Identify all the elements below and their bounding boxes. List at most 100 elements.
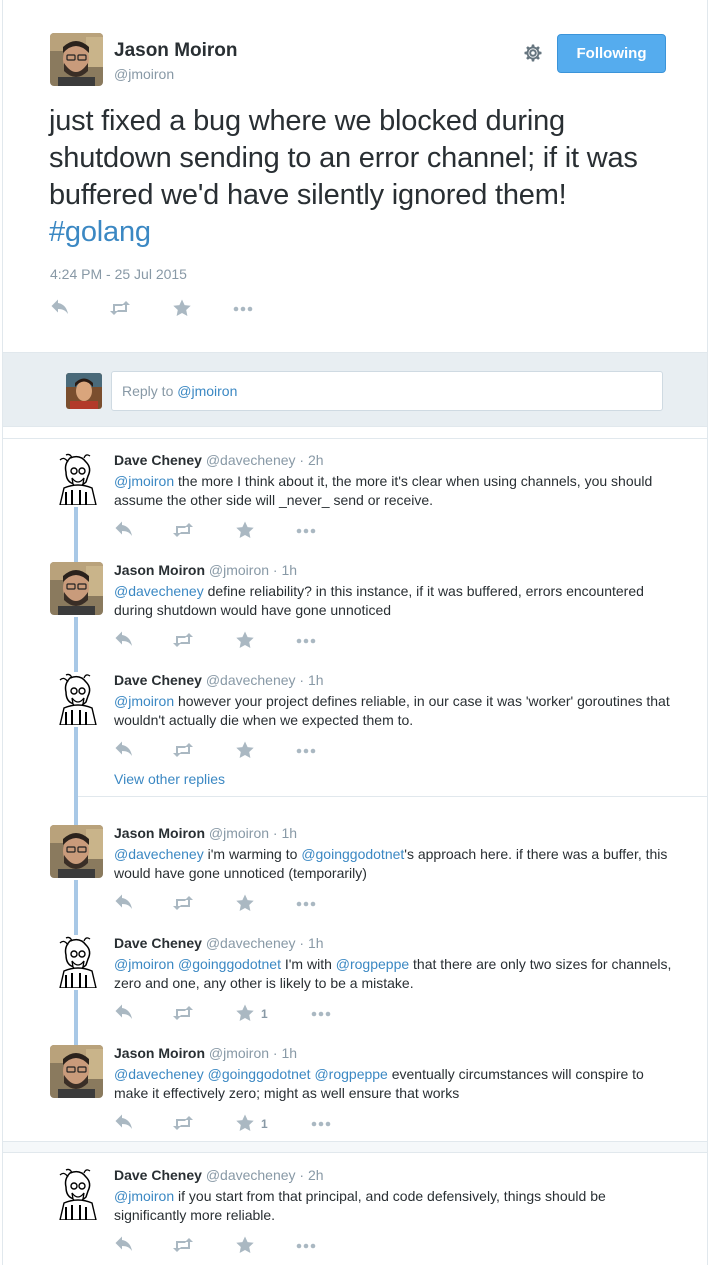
author-handle[interactable]: @jmoiron [209, 825, 269, 841]
thread-connector [74, 990, 78, 1046]
favorite-icon[interactable] [235, 1113, 257, 1133]
author-name[interactable]: Dave Cheney [114, 1167, 202, 1183]
mention-link[interactable]: @goinggodotnet [301, 846, 404, 862]
mention-link[interactable]: @jmoiron [114, 693, 174, 709]
reply-icon[interactable] [114, 1113, 136, 1133]
tweet-time[interactable]: 1h [308, 672, 324, 688]
reply-icon[interactable] [50, 298, 72, 318]
more-icon[interactable] [295, 1235, 317, 1255]
tweet-header: Dave Cheney @davecheney · 1h [114, 672, 324, 688]
retweet-icon[interactable] [171, 740, 193, 760]
dave-cheney-avatar[interactable] [50, 672, 103, 725]
reply-icon[interactable] [114, 740, 136, 760]
author-handle[interactable]: @davecheney [206, 452, 296, 468]
more-icon[interactable] [310, 1003, 332, 1023]
tweet-time[interactable]: 1h [281, 562, 297, 578]
more-icon[interactable] [295, 630, 317, 650]
thread-connector [74, 880, 78, 936]
author-handle[interactable]: @jmoiron [114, 66, 174, 82]
tweet-text-body: however your project defines reliable, i… [114, 693, 670, 728]
retweet-icon[interactable] [171, 1003, 193, 1023]
author-name[interactable]: Jason Moiron [114, 562, 205, 578]
tweet-header: Jason Moiron @jmoiron · 1h [114, 562, 297, 578]
tweet-text: @jmoiron however your project defines re… [114, 692, 674, 730]
favorite-icon[interactable] [235, 630, 257, 650]
mention-link[interactable]: @jmoiron [114, 473, 174, 489]
favorite-count: 1 [261, 1007, 268, 1021]
time-separator: · [295, 1167, 308, 1183]
mention-link[interactable]: @jmoiron @goinggodotnet [114, 956, 281, 972]
reply-icon[interactable] [114, 1003, 136, 1023]
gear-icon[interactable] [521, 41, 545, 65]
retweet-icon[interactable] [171, 1113, 193, 1133]
time-separator: · [269, 825, 282, 841]
tweet-text-body: just fixed a bug where we blocked during… [49, 105, 638, 211]
favorite-icon[interactable] [172, 298, 194, 318]
mention-link[interactable]: @davecheney @goinggodotnet @rogpeppe [114, 1066, 388, 1082]
tweet-time[interactable]: 1h [281, 825, 297, 841]
reply-icon[interactable] [114, 630, 136, 650]
more-icon[interactable] [295, 740, 317, 760]
tweet-time[interactable]: 1h [308, 935, 324, 951]
jason-moiron-avatar[interactable] [50, 825, 103, 878]
favorite-icon[interactable] [235, 740, 257, 760]
author-name[interactable]: Dave Cheney [114, 935, 202, 951]
time-separator: · [295, 452, 308, 468]
favorite-icon[interactable] [235, 893, 257, 913]
tweet-text-body: the more I think about it, the more it's… [114, 473, 653, 508]
mention-link[interactable]: @davecheney [114, 846, 204, 862]
tweet-text: @davecheney i'm warming to @goinggodotne… [114, 845, 674, 883]
tweet-text-body: i'm warming to [203, 846, 302, 862]
tweet-timestamp[interactable]: 4:24 PM - 25 Jul 2015 [50, 266, 187, 282]
tweet-header: Dave Cheney @davecheney · 1h [114, 935, 324, 951]
author-handle[interactable]: @davecheney [206, 1167, 296, 1183]
author-name[interactable]: Dave Cheney [114, 672, 202, 688]
favorite-icon[interactable] [235, 1235, 257, 1255]
reply-prefix: Reply to [122, 383, 178, 399]
tweet-header: Jason Moiron @jmoiron · 1h [114, 825, 297, 841]
reply-icon[interactable] [114, 1235, 136, 1255]
retweet-icon[interactable] [108, 298, 130, 318]
time-separator: · [295, 672, 308, 688]
favorite-icon[interactable] [235, 1003, 257, 1023]
more-icon[interactable] [310, 1113, 332, 1133]
jason-moiron-avatar[interactable] [50, 562, 103, 615]
reply-icon[interactable] [114, 520, 136, 540]
dave-cheney-avatar[interactable] [50, 452, 103, 505]
author-name[interactable]: Jason Moiron [114, 825, 205, 841]
mention-link[interactable]: @jmoiron [114, 1188, 174, 1204]
retweet-icon[interactable] [171, 893, 193, 913]
following-button[interactable]: Following [557, 34, 666, 73]
author-name[interactable]: Dave Cheney [114, 452, 202, 468]
author-name[interactable]: Jason Moiron [114, 1045, 205, 1061]
more-icon[interactable] [232, 298, 254, 318]
mention-link[interactable]: @davecheney [114, 583, 204, 599]
tweet-text-body: I'm with [280, 956, 336, 972]
dave-cheney-avatar[interactable] [50, 935, 103, 988]
more-icon[interactable] [295, 893, 317, 913]
retweet-icon[interactable] [171, 630, 193, 650]
author-handle[interactable]: @davecheney [206, 935, 296, 951]
dave-cheney-avatar[interactable] [50, 1167, 103, 1220]
hashtag-link[interactable]: #golang [49, 216, 151, 248]
tweet-time[interactable]: 2h [308, 1167, 324, 1183]
jason-moiron-avatar[interactable] [50, 1045, 103, 1098]
tweet-time[interactable]: 2h [308, 452, 324, 468]
author-handle[interactable]: @jmoiron [209, 562, 269, 578]
favorite-icon[interactable] [235, 520, 257, 540]
current-user-avatar [66, 373, 102, 409]
mention-link[interactable]: @rogpeppe [336, 956, 409, 972]
author-name[interactable]: Jason Moiron [114, 40, 238, 62]
retweet-icon[interactable] [171, 520, 193, 540]
author-handle[interactable]: @davecheney [206, 672, 296, 688]
tweet-time[interactable]: 1h [281, 1045, 297, 1061]
thread-connector [74, 617, 78, 673]
more-icon[interactable] [295, 520, 317, 540]
author-handle[interactable]: @jmoiron [209, 1045, 269, 1061]
retweet-icon[interactable] [171, 1235, 193, 1255]
reply-mention: @jmoiron [177, 383, 238, 399]
reply-input[interactable]: Reply to @jmoiron [111, 371, 663, 411]
view-other-replies-link[interactable]: View other replies [114, 771, 225, 787]
reply-icon[interactable] [114, 893, 136, 913]
author-avatar[interactable] [50, 33, 103, 86]
